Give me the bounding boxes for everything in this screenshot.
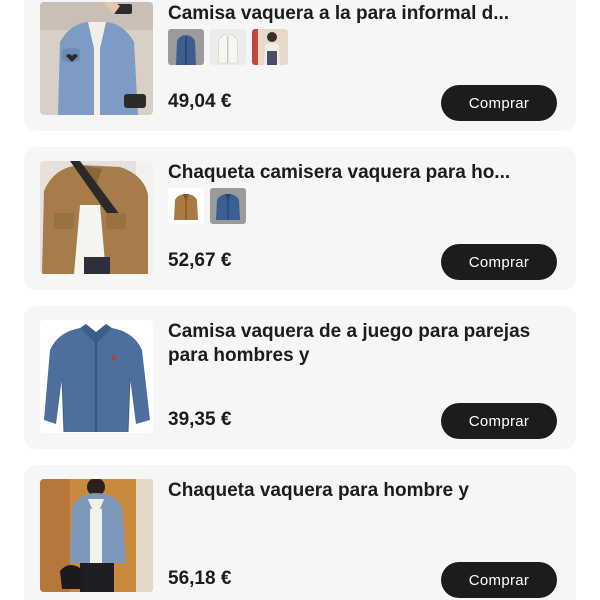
product-image[interactable] xyxy=(40,161,153,274)
color-variants xyxy=(168,29,288,65)
blue-jacket-swatch[interactable] xyxy=(210,188,246,224)
buy-button[interactable]: Comprar xyxy=(441,85,557,121)
product-card[interactable]: Chaqueta vaquera para hombre y 56,18 € C… xyxy=(24,465,576,600)
product-image[interactable] xyxy=(40,2,153,115)
white-denim-swatch[interactable] xyxy=(210,29,246,65)
product-image[interactable] xyxy=(40,320,153,433)
product-card[interactable]: Camisa vaquera a la para informal d... 4… xyxy=(24,0,576,131)
product-price: 56,18 € xyxy=(168,568,232,589)
product-title[interactable]: Camisa vaquera a la para informal d... xyxy=(168,2,560,26)
buy-button[interactable]: Comprar xyxy=(441,562,557,598)
product-list: Camisa vaquera a la para informal d... 4… xyxy=(0,0,600,600)
product-price: 39,35 € xyxy=(168,409,232,430)
product-title[interactable]: Chaqueta vaquera para hombre y xyxy=(168,479,560,503)
product-card[interactable]: Chaqueta camisera vaquera para ho... 52,… xyxy=(24,147,576,290)
product-image[interactable] xyxy=(40,479,153,592)
product-title[interactable]: Camisa vaquera de a juego para parejas p… xyxy=(168,320,560,368)
product-price: 52,67 € xyxy=(168,250,232,271)
person-photo-swatch[interactable] xyxy=(252,29,288,65)
buy-button[interactable]: Comprar xyxy=(441,244,557,280)
product-price: 49,04 € xyxy=(168,91,232,112)
color-variants xyxy=(168,188,246,224)
product-card[interactable]: Camisa vaquera de a juego para parejas p… xyxy=(24,306,576,449)
product-title[interactable]: Chaqueta camisera vaquera para ho... xyxy=(168,161,560,185)
blue-denim-swatch[interactable] xyxy=(168,29,204,65)
buy-button[interactable]: Comprar xyxy=(441,403,557,439)
brown-jacket-swatch[interactable] xyxy=(168,188,204,224)
